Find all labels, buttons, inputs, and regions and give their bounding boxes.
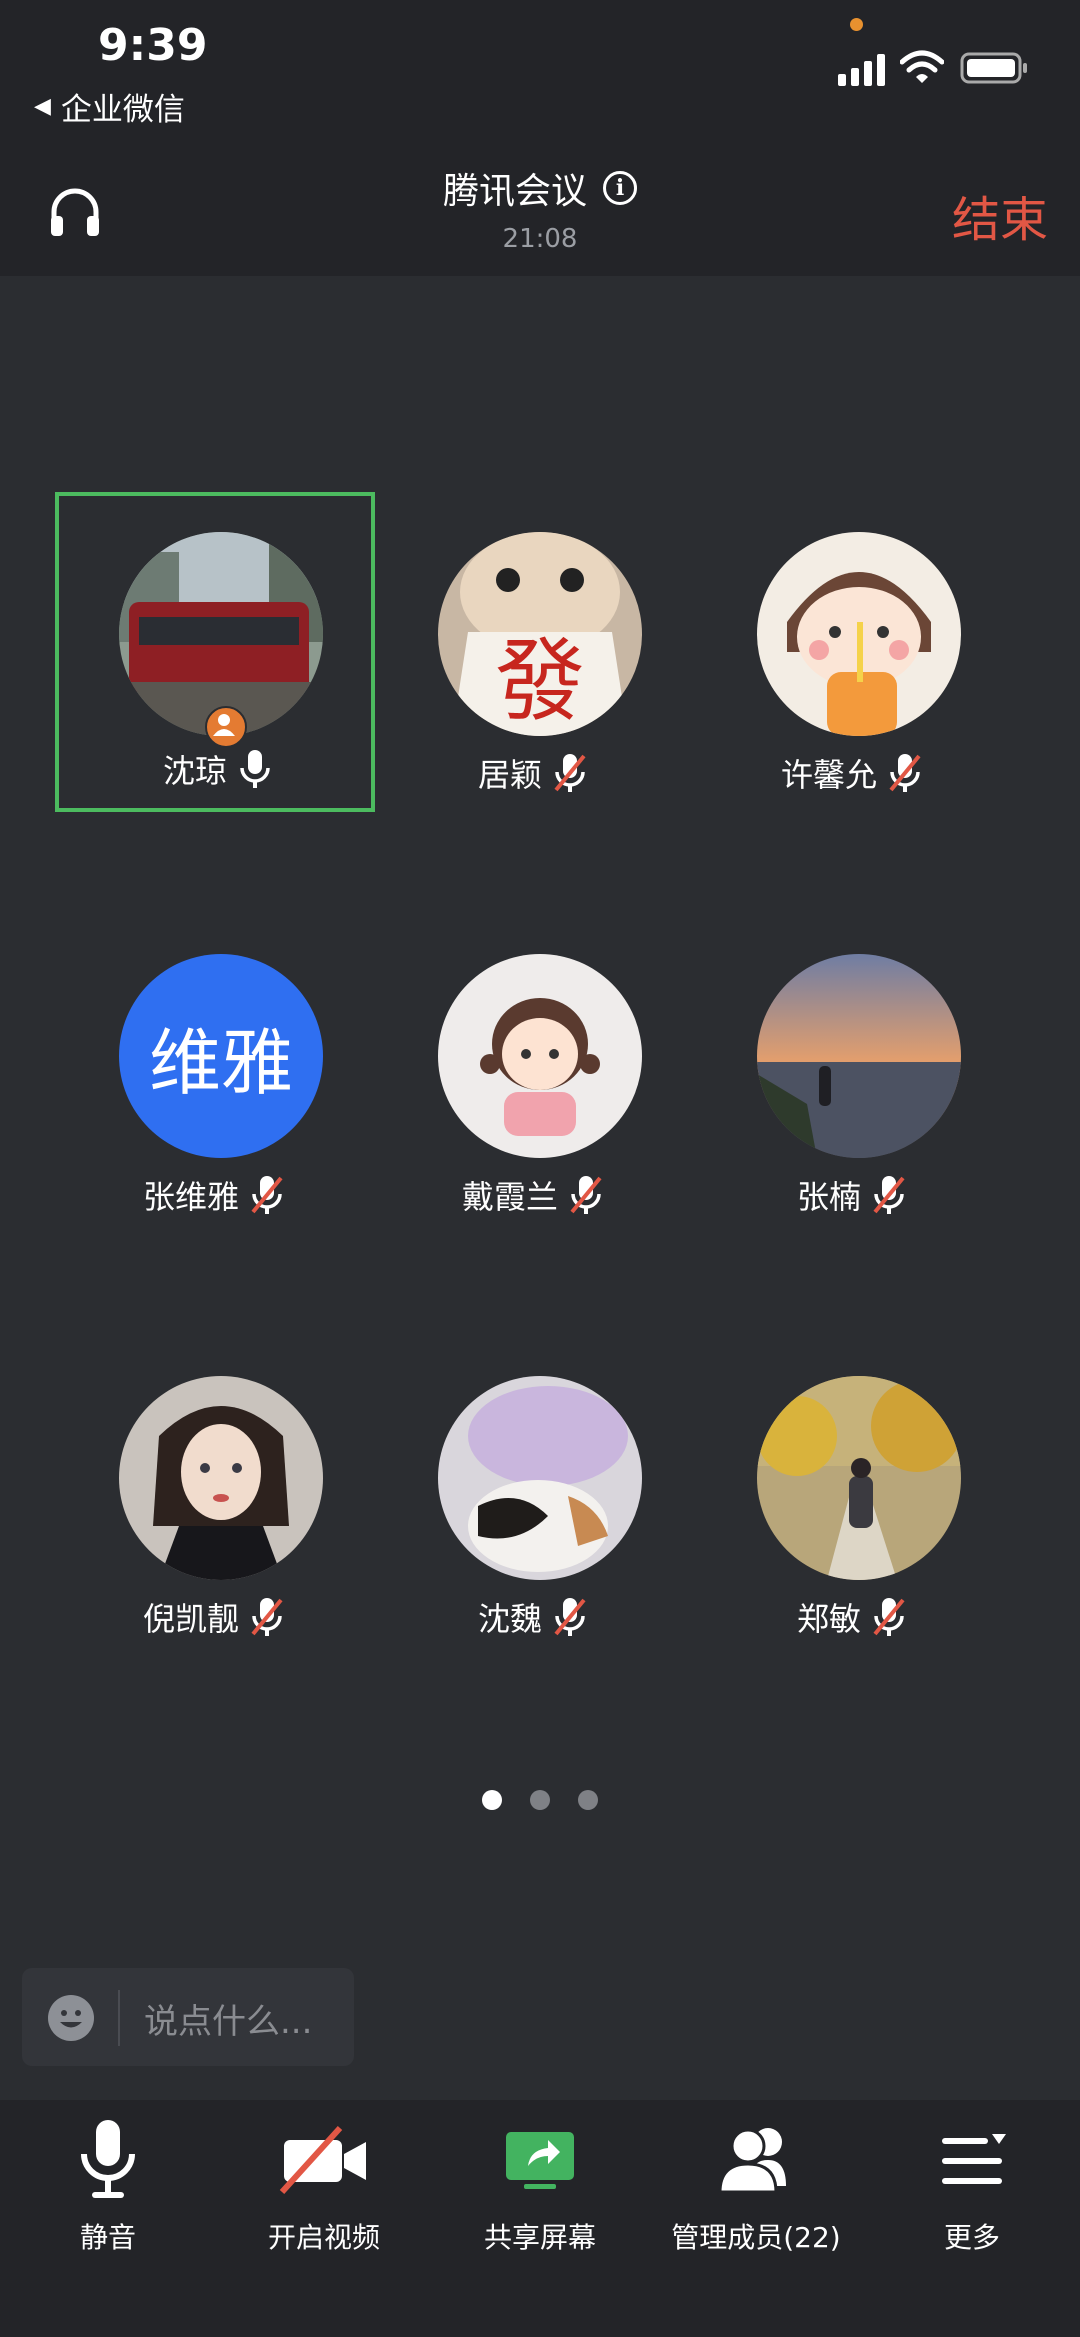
- participant-name: 戴霞兰: [461, 1178, 558, 1216]
- mic-muted-icon: [873, 1598, 905, 1636]
- mic-muted-icon: [570, 1176, 602, 1214]
- emoji-icon[interactable]: [48, 1995, 94, 2041]
- participant-name-row: 倪凯靓: [55, 1594, 375, 1640]
- participant-name: 沈琼: [162, 752, 227, 790]
- avatar-sunset-lake: [757, 954, 961, 1158]
- participant-name-row: 沈琼: [59, 746, 379, 792]
- avatar-cartoon-girl-pigtails: [438, 954, 642, 1158]
- back-arrow-icon: ◀: [34, 94, 51, 119]
- chat-placeholder: 说点什么...: [144, 2002, 313, 2042]
- participant-tile[interactable]: 许馨允: [693, 496, 1013, 816]
- back-app-label: 企业微信: [60, 92, 185, 128]
- participant-name-row: 郑敏: [693, 1594, 1013, 1640]
- members-icon: [718, 2128, 786, 2194]
- more-button[interactable]: 更多: [864, 2116, 1080, 2316]
- participant-name-row: 张维雅: [55, 1172, 375, 1218]
- start-video-button[interactable]: 开启视频: [216, 2116, 432, 2316]
- page-indicator[interactable]: [0, 1790, 1080, 1810]
- mic-muted-icon: [873, 1176, 905, 1214]
- participant-name-row: 沈魏: [374, 1594, 694, 1640]
- participant-tile[interactable]: 郑敏: [693, 1340, 1013, 1660]
- meeting-toolbar: 静音 开启视频 共享屏幕 管理成员(22) 更多: [0, 2100, 1080, 2337]
- start-video-label: 开启视频: [267, 2221, 380, 2254]
- share-screen-label: 共享屏幕: [483, 2221, 596, 2254]
- mute-label: 静音: [79, 2221, 136, 2254]
- manage-members-button[interactable]: 管理成员(22): [648, 2116, 864, 2316]
- more-label: 更多: [943, 2221, 1000, 2254]
- chat-divider: [118, 1990, 120, 2046]
- participant-tile[interactable]: 沈魏: [374, 1340, 694, 1660]
- participant-tile[interactable]: 戴霞兰: [374, 918, 694, 1238]
- participant-name-row: 张楠: [693, 1172, 1013, 1218]
- participant-tile[interactable]: 發 居颖: [374, 496, 694, 816]
- manage-members-label: 管理成员(22): [671, 2221, 841, 2254]
- participant-name-row: 居颖: [374, 750, 694, 796]
- mic-on-icon: [240, 750, 270, 788]
- meeting-title-block: 腾讯会议 i 21:08: [0, 162, 1080, 254]
- meeting-duration: 21:08: [502, 224, 578, 254]
- share-screen-icon: [506, 2132, 574, 2189]
- back-to-app-link[interactable]: ◀ 企业微信: [34, 84, 185, 129]
- page-dot-active[interactable]: [482, 1790, 502, 1810]
- status-bar: 9:39 ◀ 企业微信: [0, 0, 1080, 160]
- participant-name: 张维雅: [142, 1178, 239, 1216]
- svg-text:發: 發: [495, 629, 585, 734]
- participant-name: 张楠: [796, 1178, 861, 1216]
- avatar-autumn-path: [757, 1376, 961, 1580]
- mic-muted-icon: [251, 1598, 283, 1636]
- battery-icon: [960, 52, 1027, 84]
- microphone-icon: [81, 2120, 135, 2198]
- avatar-cat-plush: [438, 1376, 642, 1580]
- meeting-header: 腾讯会议 i 21:08 结束: [0, 160, 1080, 276]
- participant-name-row: 戴霞兰: [374, 1172, 694, 1218]
- clock: 9:39: [98, 20, 208, 71]
- page-dot[interactable]: [578, 1790, 598, 1810]
- participant-name: 沈魏: [477, 1600, 542, 1638]
- mic-muted-icon: [554, 1598, 586, 1636]
- participant-tile[interactable]: 张楠: [693, 918, 1013, 1238]
- participant-tile[interactable]: 维雅 张维雅: [55, 918, 375, 1238]
- chat-input[interactable]: 说点什么...: [22, 1968, 354, 2066]
- mic-muted-icon: [889, 754, 921, 792]
- share-screen-button[interactable]: 共享屏幕: [432, 2116, 648, 2316]
- info-icon[interactable]: i: [603, 171, 637, 205]
- participant-tile[interactable]: 倪凯靓: [55, 1340, 375, 1660]
- avatar-cartoon-girl-drink: [757, 532, 961, 736]
- privacy-indicator-dot: [850, 18, 863, 31]
- avatar-initials: 维雅: [119, 954, 323, 1158]
- end-meeting-button[interactable]: 结束: [952, 180, 1048, 250]
- participant-name: 许馨允: [780, 756, 877, 794]
- cellular-signal-icon: [838, 54, 885, 86]
- participant-tile[interactable]: 沈琼: [55, 492, 375, 812]
- participant-name: 郑敏: [796, 1600, 861, 1638]
- avatar-cat: 發: [438, 532, 642, 736]
- mic-muted-icon: [554, 754, 586, 792]
- participant-name-row: 许馨允: [693, 750, 1013, 796]
- meeting-title: 腾讯会议: [442, 171, 587, 212]
- host-badge-icon: [205, 706, 247, 748]
- participant-name: 居颖: [477, 756, 542, 794]
- page-dot[interactable]: [530, 1790, 550, 1810]
- mute-button[interactable]: 静音: [0, 2116, 216, 2316]
- more-menu-icon: [942, 2134, 1006, 2184]
- wifi-icon: [900, 50, 944, 83]
- avatar-illustrated-woman: [119, 1376, 323, 1580]
- video-off-icon: [279, 2125, 366, 2195]
- participant-name: 倪凯靓: [142, 1600, 239, 1638]
- mic-muted-icon: [251, 1176, 283, 1214]
